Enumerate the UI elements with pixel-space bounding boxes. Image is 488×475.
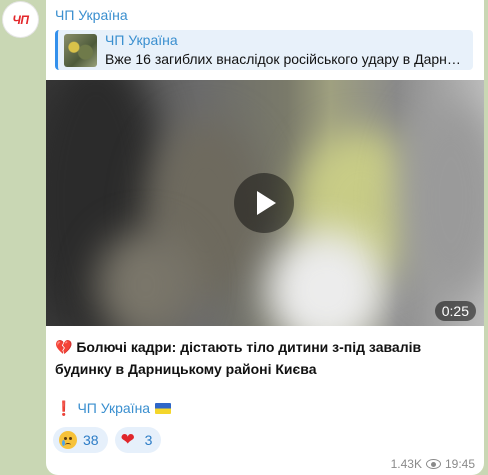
ukraine-flag-icon [155,403,172,414]
reaction-crying[interactable]: 38 [53,427,108,453]
reply-text: Вже 16 загиблих внаслідок російського уд… [105,51,461,67]
message-caption: 💔 Болючі кадри: дістають тіло дитини з-п… [55,336,475,380]
reply-thumbnail [64,34,97,67]
broken-heart-emoji: 💔 [55,339,73,355]
reaction-heart[interactable]: ❤ 3 [114,427,162,453]
reply-preview[interactable]: ЧП Україна Вже 16 загиблих внаслідок рос… [55,30,473,70]
heart-icon: ❤ [120,430,135,449]
avatar-text: ЧП [12,12,29,27]
channel-signature[interactable]: ❗ ЧП Україна [55,400,172,417]
view-count: 1.43K [390,457,422,471]
crying-face-icon [59,431,77,449]
message-bubble: ЧП Україна ЧП Україна Вже 16 загиблих вн… [46,0,484,475]
play-icon [257,191,276,215]
reaction-count: 3 [144,432,153,448]
message-time: 19:45 [444,457,475,471]
exclamation-icon: ❗ [55,400,73,416]
signature-text: ЧП Україна [77,400,151,416]
caption-text: Болючі кадри: дістають тіло дитини з-під… [55,339,422,377]
channel-name[interactable]: ЧП Україна [55,7,128,23]
reply-title: ЧП Україна [105,32,178,48]
channel-avatar[interactable]: ЧП [3,2,38,37]
eye-icon [425,459,441,469]
reactions-bar: 38 ❤ 3 [53,427,162,453]
message-meta: 1.43K 19:45 [391,457,475,471]
reaction-count: 38 [83,432,99,448]
video-player[interactable]: 0:25 [46,80,484,326]
play-button[interactable] [234,173,294,233]
video-duration: 0:25 [434,301,476,321]
